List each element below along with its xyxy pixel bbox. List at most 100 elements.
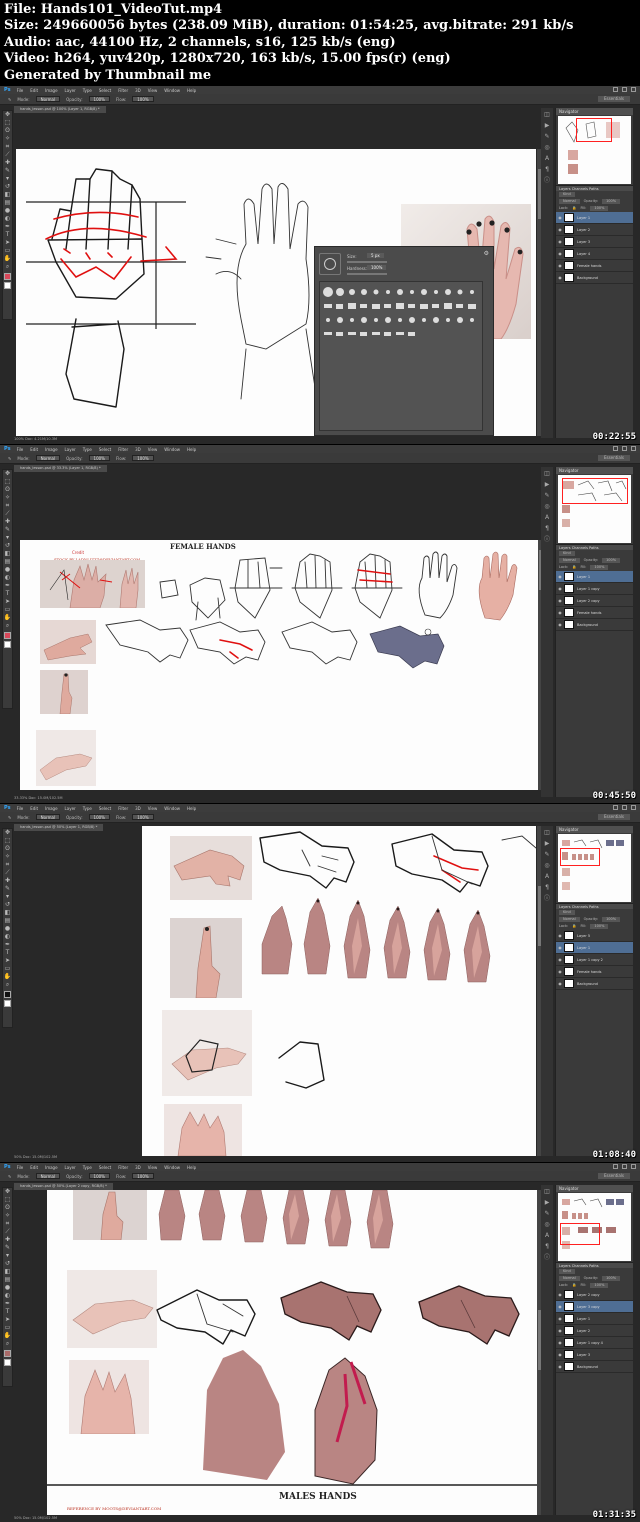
fill-input[interactable]: 100% (590, 1283, 609, 1288)
background-color-swatch[interactable] (4, 1359, 11, 1366)
layer-row[interactable]: ◉ Layer 3 copy (556, 1301, 633, 1313)
mode-select[interactable]: Normal (35, 1173, 61, 1179)
paragraph-icon[interactable]: ¶ (543, 1243, 551, 1251)
visibility-eye-icon[interactable]: ◉ (556, 1316, 564, 1321)
canvas[interactable]: FEMALE HANDS Credit STOCK BY LADY-LIZZZ@… (20, 540, 538, 790)
eyedropper-icon[interactable]: ⟋ (3, 1228, 12, 1236)
layer-row[interactable]: ◉ Layer 2 copy (556, 595, 633, 607)
minimize-icon[interactable] (613, 805, 618, 810)
foreground-color-swatch[interactable] (4, 1350, 11, 1357)
visibility-eye-icon[interactable]: ◉ (556, 969, 564, 974)
visibility-eye-icon[interactable]: ◉ (556, 945, 564, 950)
info-icon[interactable]: ⓘ (543, 1254, 551, 1262)
menu-file[interactable]: File (17, 447, 24, 452)
layer-row[interactable]: ◉ Layer 1 (556, 942, 633, 954)
maximize-icon[interactable] (622, 446, 627, 451)
menu-type[interactable]: Type (83, 1165, 92, 1170)
move-tool-icon[interactable]: ✥ (3, 111, 12, 119)
visibility-eye-icon[interactable]: ◉ (556, 227, 564, 232)
opacity-input[interactable]: 100% (88, 1173, 110, 1179)
layer-row[interactable]: ◉ Female hands (556, 966, 633, 978)
healing-tool-icon[interactable]: ✚ (3, 1236, 12, 1244)
flow-input[interactable]: 100% (132, 814, 154, 820)
background-color-swatch[interactable] (4, 282, 11, 289)
brush-tool-icon[interactable]: ✎ (8, 1174, 11, 1179)
healing-tool-icon[interactable]: ✚ (3, 518, 12, 526)
eyedropper-icon[interactable]: ⟋ (3, 151, 12, 159)
eyedropper-icon[interactable]: ⟋ (3, 510, 12, 518)
layer-row[interactable]: ◉ Layer 1 (556, 212, 633, 224)
clone-source-icon[interactable]: ◎ (543, 1221, 551, 1229)
navigator-preview[interactable] (558, 834, 631, 902)
layer-opacity-input[interactable]: 100% (602, 199, 621, 204)
layer-row[interactable]: ◉ Layer 1 copy (556, 583, 633, 595)
hardness-slider[interactable] (347, 273, 387, 275)
document-tab[interactable]: hands_lesson.psd @ 100% (Layer 1, RGB/8)… (14, 106, 106, 113)
character-icon[interactable]: A (543, 514, 551, 522)
shape-tool-icon[interactable]: ▭ (3, 606, 12, 614)
visibility-eye-icon[interactable]: ◉ (556, 1292, 564, 1297)
layer-row[interactable]: ◉ Layer 2 (556, 1325, 633, 1337)
menu-image[interactable]: Image (45, 88, 58, 93)
close-icon[interactable] (631, 1164, 636, 1169)
info-icon[interactable]: ⓘ (543, 536, 551, 544)
menu-type[interactable]: Type (83, 806, 92, 811)
fill-input[interactable]: 100% (590, 565, 609, 570)
path-select-icon[interactable]: ➤ (3, 239, 12, 247)
mode-select[interactable]: Normal (35, 455, 61, 461)
blur-tool-icon[interactable]: ● (3, 1284, 12, 1292)
visibility-eye-icon[interactable]: ◉ (556, 263, 564, 268)
move-tool-icon[interactable]: ✥ (3, 829, 12, 837)
blur-tool-icon[interactable]: ● (3, 925, 12, 933)
workspace-select[interactable]: Essentials (597, 814, 630, 820)
layer-opacity-input[interactable]: 100% (602, 917, 621, 922)
gradient-tool-icon[interactable]: ▤ (3, 199, 12, 207)
navigator-preview[interactable] (558, 116, 631, 184)
history-brush-icon[interactable]: ↺ (3, 183, 12, 191)
paragraph-icon[interactable]: ¶ (543, 166, 551, 174)
document-tab[interactable]: hands_lesson.psd @ 50% (Layer 2 copy, RG… (14, 1183, 113, 1190)
crop-tool-icon[interactable]: ⌗ (3, 502, 12, 510)
dodge-tool-icon[interactable]: ◐ (3, 574, 12, 582)
lock-icon[interactable]: 🔒 (572, 1282, 576, 1289)
menu-help[interactable]: Help (187, 806, 196, 811)
marquee-tool-icon[interactable]: ⬚ (3, 119, 12, 127)
menu-file[interactable]: File (17, 806, 24, 811)
menu-filter[interactable]: Filter (118, 88, 128, 93)
actions-icon[interactable]: ▶ (543, 840, 551, 848)
menu-layer[interactable]: Layer (65, 806, 76, 811)
dodge-tool-icon[interactable]: ◐ (3, 933, 12, 941)
menu-image[interactable]: Image (45, 447, 58, 452)
brush-icon[interactable]: ✎ (3, 1244, 12, 1252)
visibility-eye-icon[interactable]: ◉ (556, 1328, 564, 1333)
visibility-eye-icon[interactable]: ◉ (556, 574, 564, 579)
blur-tool-icon[interactable]: ● (3, 566, 12, 574)
kind-filter[interactable]: Kind (559, 1269, 575, 1274)
type-tool-icon[interactable]: T (3, 1308, 12, 1316)
info-icon[interactable]: ⓘ (543, 895, 551, 903)
size-slider[interactable] (347, 261, 387, 263)
layer-opacity-input[interactable]: 100% (602, 1276, 621, 1281)
blend-mode-select[interactable]: Normal (559, 1276, 580, 1281)
visibility-eye-icon[interactable]: ◉ (556, 610, 564, 615)
lasso-tool-icon[interactable]: ʘ (3, 486, 12, 494)
menu-select[interactable]: Select (99, 1165, 111, 1170)
magic-wand-icon[interactable]: ✧ (3, 494, 12, 502)
layer-row[interactable]: ◉ Background (556, 619, 633, 631)
type-tool-icon[interactable]: T (3, 949, 12, 957)
layer-row[interactable]: ◉ Background (556, 1361, 633, 1373)
menu-3d[interactable]: 3D (135, 447, 141, 452)
menu-select[interactable]: Select (99, 88, 111, 93)
type-tool-icon[interactable]: T (3, 231, 12, 239)
paragraph-icon[interactable]: ¶ (543, 884, 551, 892)
maximize-icon[interactable] (622, 805, 627, 810)
type-tool-icon[interactable]: T (3, 590, 12, 598)
menu-window[interactable]: Window (164, 447, 180, 452)
path-select-icon[interactable]: ➤ (3, 1316, 12, 1324)
magic-wand-icon[interactable]: ✧ (3, 135, 12, 143)
menu-edit[interactable]: Edit (30, 88, 38, 93)
lasso-tool-icon[interactable]: ʘ (3, 127, 12, 135)
kind-filter[interactable]: Kind (559, 192, 575, 197)
character-icon[interactable]: A (543, 873, 551, 881)
stamp-tool-icon[interactable]: ▾ (3, 534, 12, 542)
